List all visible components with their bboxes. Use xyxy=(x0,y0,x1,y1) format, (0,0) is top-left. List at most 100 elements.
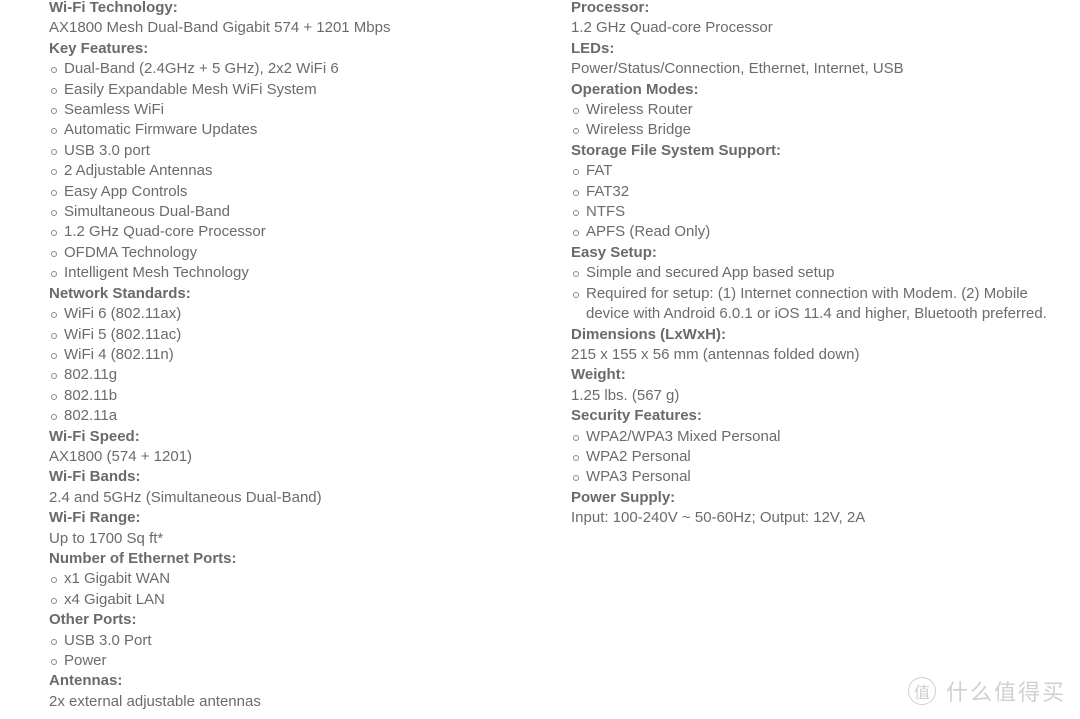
spec-section-operation-modes: Operation Modes: Wireless Router Wireless … xyxy=(571,80,1071,141)
spec-list: Simple and secured App based setup Requir… xyxy=(571,263,1071,324)
spec-list: FAT FAT32 NTFS APFS (Read Only) xyxy=(571,161,1071,243)
spec-heading: Wi-Fi Range: xyxy=(49,509,141,527)
spec-heading: Processor: xyxy=(571,0,650,16)
bullet-icon xyxy=(573,434,579,441)
bullet-icon xyxy=(51,189,57,196)
spec-section-leds: LEDs: Power/Status/Connection, Ethernet, … xyxy=(571,39,1071,80)
spec-section-network-standards: Network Standards: WiFi 6 (802.11ax) WiFi … xyxy=(49,284,549,427)
list-item-text: x1 Gigabit WAN xyxy=(64,570,171,588)
spec-value: 1.25 lbs. (567 g) xyxy=(571,386,680,404)
list-item: USB 3.0 Port xyxy=(49,631,549,651)
list-item: Intelligent Mesh Technology xyxy=(49,263,549,283)
spec-value: 215 x 155 x 56 mm (antennas folded down) xyxy=(571,345,860,363)
spec-list: Dual-Band (2.4GHz + 5 GHz), 2x2 WiFi 6 Ea… xyxy=(49,59,549,283)
list-item: 802.11a xyxy=(49,406,549,426)
list-item-text: USB 3.0 Port xyxy=(64,631,152,649)
spec-heading: Antennas: xyxy=(49,672,123,690)
list-item: 802.11b xyxy=(49,386,549,406)
bullet-icon xyxy=(573,454,579,461)
spec-column-right: Processor: 1.2 GHz Quad-core Processor LED… xyxy=(571,0,1071,529)
list-item-text: Wireless Bridge xyxy=(586,121,692,139)
list-item-text: 802.11b xyxy=(64,386,118,404)
spec-value: Input: 100-240V ~ 50-60Hz; Output: 12V, … xyxy=(571,509,866,527)
list-item: WiFi 5 (802.11ac) xyxy=(49,325,549,345)
list-item: Simultaneous Dual-Band xyxy=(49,202,549,222)
spec-list: WiFi 6 (802.11ax) WiFi 5 (802.11ac) WiFi 4… xyxy=(49,304,549,426)
spec-value: 2x external adjustable antennas xyxy=(49,692,261,710)
spec-value: 2.4 and 5GHz (Simultaneous Dual-Band) xyxy=(49,488,322,506)
bullet-icon xyxy=(573,291,579,298)
list-item-text: x4 Gigabit LAN xyxy=(64,590,165,608)
spec-value: AX1800 (574 + 1201) xyxy=(49,447,193,465)
bullet-icon xyxy=(51,210,57,217)
bullet-icon xyxy=(573,230,579,237)
list-item: Wireless Bridge xyxy=(571,120,1071,140)
bullet-icon xyxy=(51,87,57,94)
list-item: Wireless Router xyxy=(571,100,1071,120)
list-item-text: WiFi 5 (802.11ac) xyxy=(64,325,182,343)
list-item-text: Automatic Firmware Updates xyxy=(64,121,258,139)
list-item-text: Easy App Controls xyxy=(64,182,188,200)
spec-heading: Wi-Fi Technology: xyxy=(49,0,178,16)
spec-section-dimensions-lxwxh: Dimensions (LxWxH): 215 x 155 x 56 mm (an… xyxy=(571,325,1071,366)
spec-section-wi-fi-technology: Wi-Fi Technology: AX1800 Mesh Dual-Band G… xyxy=(49,0,549,39)
bullet-icon xyxy=(51,108,57,115)
list-item: x4 Gigabit LAN xyxy=(49,590,549,610)
bullet-icon xyxy=(51,67,57,74)
bullet-icon xyxy=(51,373,57,380)
watermark-text: 什么值得买 xyxy=(945,680,1066,705)
bullet-icon xyxy=(573,189,579,196)
spec-section-number-of-ethernet-ports: Number of Ethernet Ports: x1 Gigabit WAN x… xyxy=(49,549,549,610)
bullet-icon xyxy=(51,271,57,278)
bullet-icon xyxy=(51,148,57,155)
list-item-text: 2 Adjustable Antennas xyxy=(64,162,213,180)
bullet-icon xyxy=(51,597,57,604)
list-item-text: WPA2 Personal xyxy=(586,447,691,465)
spec-heading: Dimensions (LxWxH): xyxy=(571,325,727,343)
spec-list: x1 Gigabit WAN x4 Gigabit LAN xyxy=(49,569,549,610)
watermark-logo-icon: 值 xyxy=(907,677,936,705)
list-item: NTFS xyxy=(571,202,1071,222)
list-item: USB 3.0 port xyxy=(49,141,549,161)
spec-heading: Wi-Fi Speed: xyxy=(49,427,140,445)
list-item-text: OFDMA Technology xyxy=(64,243,198,261)
spec-heading: Key Features: xyxy=(49,39,149,57)
list-item: Simple and secured App based setup xyxy=(571,263,1071,283)
spec-section-wi-fi-bands: Wi-Fi Bands: 2.4 and 5GHz (Simultaneous D… xyxy=(49,467,549,508)
spec-section-processor: Processor: 1.2 GHz Quad-core Processor xyxy=(571,0,1071,39)
spec-heading: Other Ports: xyxy=(49,611,137,629)
spec-section-antennas: Antennas: 2x external adjustable antennas xyxy=(49,671,549,712)
list-item-text: Power xyxy=(64,652,107,669)
list-item: Power xyxy=(49,651,549,671)
list-item: OFDMA Technology xyxy=(49,243,549,263)
bullet-icon xyxy=(51,638,57,645)
spec-list: Wireless Router Wireless Bridge xyxy=(571,100,1071,141)
list-item-text: NTFS xyxy=(586,203,626,221)
watermark: 值 什么值得买 xyxy=(907,675,1066,707)
spec-heading: Network Standards: xyxy=(49,284,191,302)
spec-section-security-features: Security Features: WPA2/WPA3 Mixed Person… xyxy=(571,406,1071,488)
bullet-icon xyxy=(573,210,579,217)
spec-value: Up to 1700 Sq ft* xyxy=(49,529,164,547)
list-item-text: USB 3.0 port xyxy=(64,141,150,159)
spec-section-easy-setup: Easy Setup: Simple and secured App based … xyxy=(571,243,1071,325)
list-item: WPA2/WPA3 Mixed Personal xyxy=(571,427,1071,447)
list-item: WiFi 6 (802.11ax) xyxy=(49,304,549,324)
list-item-text: FAT32 xyxy=(586,182,630,200)
spec-list: USB 3.0 Port Power xyxy=(49,631,549,672)
list-item-text: APFS (Read Only) xyxy=(586,223,711,241)
spec-value: Power/Status/Connection, Ethernet, Inter… xyxy=(571,60,904,78)
list-item: 1.2 GHz Quad-core Processor xyxy=(49,222,549,242)
bullet-icon xyxy=(51,128,57,135)
spec-heading: Security Features: xyxy=(571,407,702,425)
bullet-icon xyxy=(573,271,579,278)
bullet-icon xyxy=(51,659,57,665)
list-item: Dual-Band (2.4GHz + 5 GHz), 2x2 WiFi 6 xyxy=(49,59,549,79)
list-item-text: Intelligent Mesh Technology xyxy=(64,264,249,282)
list-item: APFS (Read Only) xyxy=(571,222,1071,242)
list-item: WPA2 Personal xyxy=(571,447,1071,467)
bullet-icon xyxy=(51,414,57,421)
spec-value: 1.2 GHz Quad-core Processor xyxy=(571,19,773,37)
list-item-text: 802.11g xyxy=(64,366,118,384)
bullet-icon xyxy=(51,312,57,319)
